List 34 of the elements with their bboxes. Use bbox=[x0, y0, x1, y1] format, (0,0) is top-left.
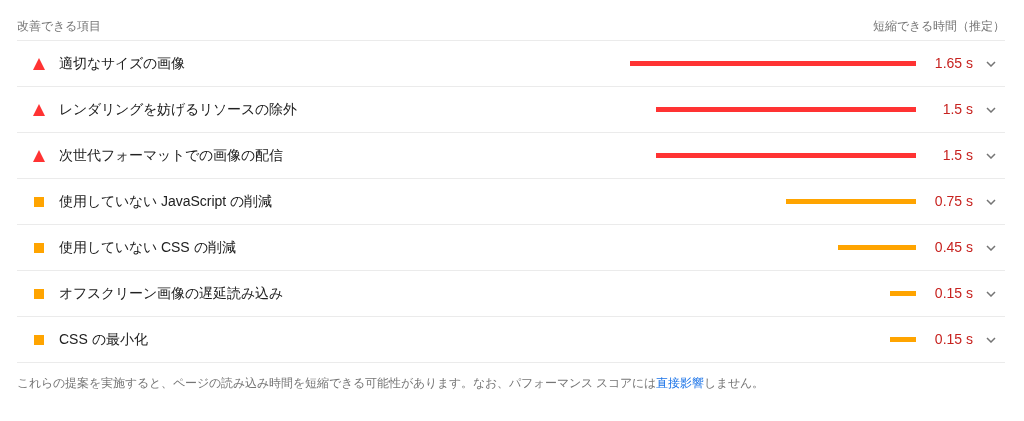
opportunity-title: 適切なサイズの画像 bbox=[59, 54, 185, 73]
chevron-icon[interactable] bbox=[986, 106, 996, 113]
opportunity-row[interactable]: レンダリングを妨げるリソースの除外 1.5 s bbox=[17, 87, 1005, 133]
footer-note: これらの提案を実施すると、ページの読み込み時間を短縮できる可能性があります。なお、パフォーマンス スコアには直接影響しません。 bbox=[17, 375, 766, 392]
opportunity-title: レンダリングを妨げるリソースの除外 bbox=[59, 100, 297, 119]
opportunity-row[interactable]: CSS の最小化 0.15 s bbox=[17, 317, 1005, 363]
chevron-icon[interactable] bbox=[986, 290, 996, 297]
column-heading: 短縮できる時間（推定） bbox=[873, 18, 1005, 35]
savings-time: 1.5 s bbox=[941, 146, 973, 165]
opportunity-title: オフスクリーン画像の遅延読み込み bbox=[59, 284, 283, 303]
savings-time: 0.15 s bbox=[933, 284, 973, 303]
section-title: 改善できる項目 bbox=[17, 18, 101, 35]
savings-time: 1.65 s bbox=[933, 54, 973, 73]
impact-link[interactable]: 直接影響 bbox=[656, 376, 705, 390]
opportunity-title: 使用していない JavaScript の削減 bbox=[59, 192, 273, 211]
savings-time: 0.15 s bbox=[933, 330, 973, 349]
opportunity-title: 使用していない CSS の削減 bbox=[59, 238, 236, 257]
chevron-icon[interactable] bbox=[986, 244, 996, 251]
opportunity-title: 次世代フォーマットでの画像の配信 bbox=[59, 146, 283, 165]
opportunity-row[interactable]: 使用していない CSS の削減 0.45 s bbox=[17, 225, 1005, 271]
savings-time: 1.5 s bbox=[941, 100, 973, 119]
chevron-icon[interactable] bbox=[986, 336, 996, 343]
opportunity-title: CSS の最小化 bbox=[59, 330, 148, 349]
opportunity-row[interactable]: 適切なサイズの画像 1.65 s bbox=[17, 41, 1005, 87]
opportunity-row[interactable]: オフスクリーン画像の遅延読み込み 0.15 s bbox=[17, 271, 1005, 317]
chevron-icon[interactable] bbox=[986, 152, 996, 159]
savings-bar bbox=[890, 291, 916, 296]
savings-time: 0.75 s bbox=[933, 192, 973, 211]
opportunity-row[interactable]: 使用していない JavaScript の削減 0.75 s bbox=[17, 179, 1005, 225]
savings-time: 0.45 s bbox=[933, 238, 973, 257]
chevron-icon[interactable] bbox=[986, 198, 996, 205]
chevron-icon[interactable] bbox=[986, 60, 996, 67]
savings-bar bbox=[890, 337, 916, 342]
opportunity-row[interactable]: 次世代フォーマットでの画像の配信 1.5 s bbox=[17, 133, 1005, 179]
